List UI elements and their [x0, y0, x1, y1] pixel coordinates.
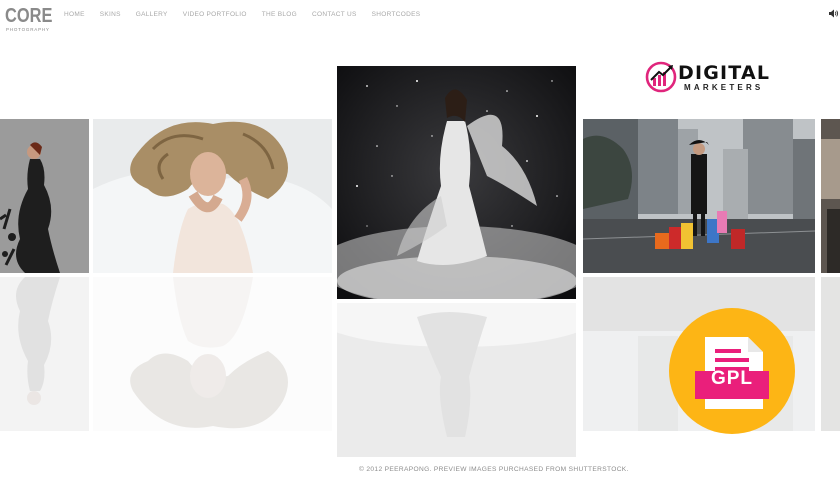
gallery-image-1[interactable] [0, 119, 89, 273]
copyright-text: © 2012 PEERAPONG. PREVIEW IMAGES PURCHAS… [359, 466, 629, 473]
gallery-reflection-5 [821, 277, 840, 431]
nav-item-the-blog[interactable]: THE BLOG [262, 11, 297, 18]
gallery-image-3[interactable] [337, 66, 576, 299]
nav-item-skins[interactable]: SKINS [100, 11, 121, 18]
gallery-reflection-3 [337, 303, 576, 457]
logo-wordmark: CORE [5, 5, 53, 27]
gallery-image-5[interactable] [821, 119, 840, 273]
chart-growth-icon [645, 61, 677, 93]
site-logo[interactable]: CORE PHOTOGRAPHY [5, 6, 63, 32]
volume-icon[interactable] [829, 9, 839, 18]
nav-item-home[interactable]: HOME [64, 11, 85, 18]
gallery-image-4[interactable] [583, 119, 815, 273]
digital-marketers-logo: DIGITAL MARKETERS [644, 60, 784, 96]
gallery-image-2[interactable] [93, 119, 332, 273]
nav-item-shortcodes[interactable]: SHORTCODES [372, 11, 421, 18]
nav-item-gallery[interactable]: GALLERY [136, 11, 168, 18]
nav-item-contact-us[interactable]: CONTACT US [312, 11, 357, 18]
logo-title: DIGITAL [678, 62, 771, 84]
logo-subtitle: MARKETERS [684, 83, 764, 92]
gallery-reflection-2 [93, 277, 332, 431]
nav-item-video-portfolio[interactable]: VIDEO PORTFOLIO [183, 11, 247, 18]
logo-tagline: PHOTOGRAPHY [6, 27, 50, 32]
gpl-label: GPL [710, 368, 754, 389]
gallery-reflection-1 [0, 277, 89, 431]
main-nav: HOME SKINS GALLERY VIDEO PORTFOLIO THE B… [64, 11, 435, 18]
